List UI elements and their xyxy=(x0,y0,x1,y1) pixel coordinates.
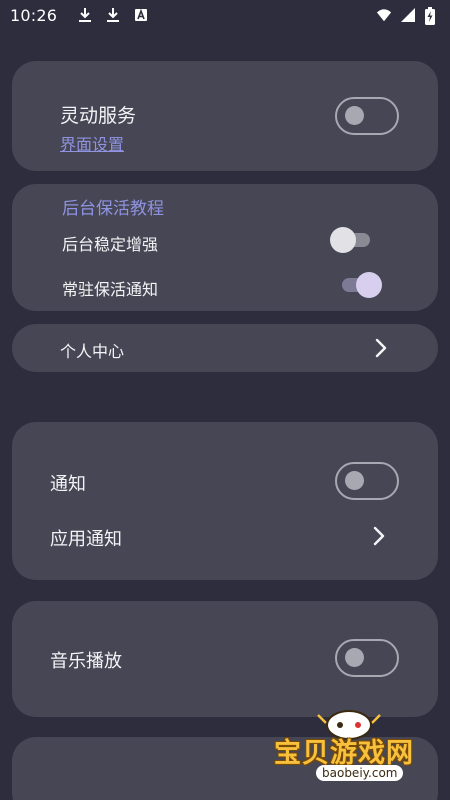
chevron-right-icon xyxy=(373,526,385,546)
music-playback-card: 音乐播放 xyxy=(12,601,438,717)
music-playback-toggle[interactable] xyxy=(335,639,399,677)
download-icon xyxy=(77,7,93,23)
signal-icon xyxy=(400,7,416,23)
toggle-knob xyxy=(345,106,364,125)
wifi-icon xyxy=(376,7,392,23)
app-notification-label: 应用通知 xyxy=(50,529,122,550)
dynamic-service-card: 灵动服务 界面设置 xyxy=(12,61,438,171)
keepalive-tutorial-link[interactable]: 后台保活教程 xyxy=(62,194,164,219)
status-time: 10:26 xyxy=(10,5,58,25)
toggle-knob xyxy=(345,471,364,490)
interface-settings-link[interactable]: 界面设置 xyxy=(60,131,124,155)
switch-thumb xyxy=(356,272,382,298)
dynamic-service-toggle[interactable] xyxy=(335,97,399,135)
battery-charging-icon xyxy=(424,7,440,25)
watermark-url: baobeiy.com xyxy=(316,765,404,781)
app-notification-row[interactable]: 应用通知 xyxy=(12,512,438,560)
download-icon xyxy=(105,7,121,23)
music-playback-label: 音乐播放 xyxy=(50,651,122,672)
notification-label: 通知 xyxy=(50,474,86,495)
watermark-logo: 宝贝游戏网 baobeiy.com xyxy=(268,705,438,795)
toggle-knob xyxy=(345,648,364,667)
resident-notification-switch[interactable] xyxy=(338,272,382,298)
chevron-right-icon xyxy=(375,338,387,358)
background-stability-label: 后台稳定增强 xyxy=(62,235,159,254)
personal-center-label: 个人中心 xyxy=(60,342,125,361)
notification-toggle[interactable] xyxy=(335,462,399,500)
personal-center-row[interactable]: 个人中心 xyxy=(12,324,438,372)
resident-notification-label: 常驻保活通知 xyxy=(62,280,159,299)
status-icons-right xyxy=(376,7,440,25)
dynamic-service-title: 灵动服务 xyxy=(60,105,137,127)
status-icons-left xyxy=(77,7,149,23)
background-keepalive-card: 后台保活教程 后台稳定增强 常驻保活通知 xyxy=(12,184,438,311)
switch-thumb xyxy=(330,227,356,253)
background-stability-switch[interactable] xyxy=(330,227,374,253)
status-bar: 10:26 xyxy=(0,0,450,30)
notification-card: 通知 应用通知 xyxy=(12,422,438,580)
a-box-icon xyxy=(133,7,149,23)
